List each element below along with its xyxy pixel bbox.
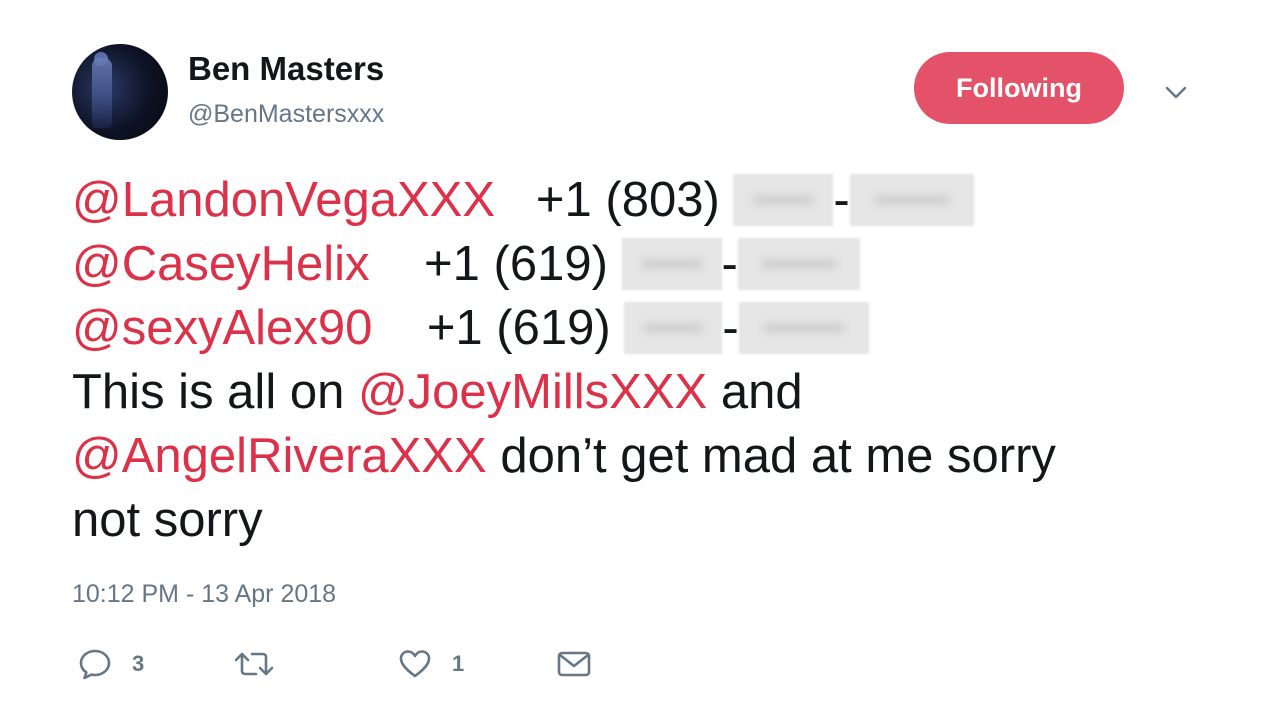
reply-count: 3 — [132, 651, 145, 676]
display-name[interactable]: Ben Masters — [188, 50, 384, 88]
redacted-digits — [621, 238, 722, 290]
phone-dash: - — [722, 301, 739, 355]
tweet-line-1: @LandonVegaXXX +1 (803) - — [72, 168, 1212, 232]
tweet-text-segment: not sorry — [72, 493, 263, 547]
mention-link[interactable]: @JoeyMillsXXX — [358, 365, 707, 419]
mention-link[interactable]: @sexyAlex90 — [72, 301, 372, 355]
following-button[interactable]: Following — [914, 52, 1124, 124]
tweet-line-5: @AngelRiveraXXX don’t get mad at me sorr… — [72, 424, 1212, 488]
avatar-figure — [92, 58, 112, 128]
reply-button[interactable]: 3 — [78, 644, 144, 684]
phone-prefix: +1 (619) — [426, 301, 611, 355]
tweet-line-2: @CaseyHelix +1 (619) - — [72, 232, 1212, 296]
direct-message-button[interactable] — [556, 644, 592, 684]
tweet-line-6: not sorry — [72, 488, 1212, 552]
envelope-icon — [556, 647, 592, 681]
heart-icon — [398, 647, 432, 681]
like-button[interactable]: 1 — [398, 644, 464, 684]
tweet-text-segment: This is all on — [72, 365, 358, 419]
retweet-button[interactable] — [232, 644, 276, 684]
tweet-line-4: This is all on @JoeyMillsXXX and — [72, 360, 1212, 424]
phone-dash: - — [721, 237, 738, 291]
tweet-timestamp[interactable]: 10:12 PM - 13 Apr 2018 — [72, 580, 336, 609]
avatar[interactable] — [72, 44, 168, 140]
redacted-digits — [733, 174, 834, 226]
redacted-digits — [738, 302, 869, 354]
mention-link[interactable]: @CaseyHelix — [72, 237, 370, 291]
like-count: 1 — [452, 651, 465, 676]
redacted-digits — [849, 174, 974, 226]
tweet-text-segment: don’t get mad at me sorry — [486, 429, 1056, 483]
retweet-icon — [232, 647, 276, 681]
user-handle[interactable]: @BenMastersxxx — [188, 100, 384, 129]
redacted-digits — [624, 302, 723, 354]
tweet-card: Ben Masters @BenMastersxxx Following @La… — [0, 0, 1268, 726]
phone-dash: - — [833, 173, 850, 227]
tweet-text-segment: and — [707, 365, 803, 419]
reply-icon — [78, 647, 112, 681]
phone-prefix: +1 (803) — [535, 173, 720, 227]
redacted-digits — [737, 238, 860, 290]
mention-link[interactable]: @LandonVegaXXX — [72, 173, 495, 227]
tweet-text: @LandonVegaXXX +1 (803) - @CaseyHelix +1… — [72, 168, 1212, 552]
chevron-down-icon[interactable] — [1160, 76, 1192, 108]
phone-prefix: +1 (619) — [424, 237, 608, 291]
tweet-line-3: @sexyAlex90 +1 (619) - — [72, 296, 1212, 360]
mention-link[interactable]: @AngelRiveraXXX — [72, 429, 487, 483]
